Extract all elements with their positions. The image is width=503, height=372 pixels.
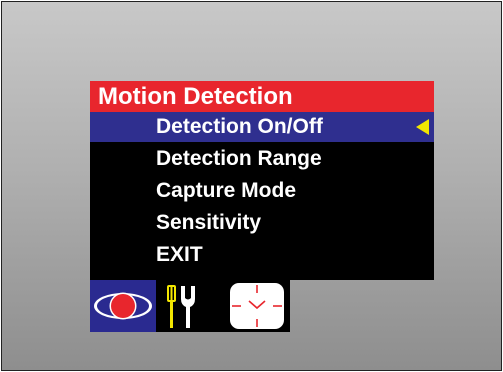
tab-timer[interactable] — [228, 280, 290, 332]
menu-item-label: Detection Range — [156, 147, 322, 170]
motion-detection-menu: Motion Detection Detection On/Off Detect… — [90, 81, 434, 280]
menu-item-label: Capture Mode — [156, 179, 297, 202]
menu-item-label: Detection On/Off — [156, 115, 323, 138]
tab-motion-detection[interactable] — [90, 280, 156, 332]
menu-item-label: Sensitivity — [156, 211, 262, 234]
eye-icon — [94, 292, 152, 320]
menu-item-capture-mode[interactable]: Capture Mode — [90, 176, 434, 206]
tab-settings[interactable] — [156, 280, 223, 332]
menu-item-detection-range[interactable]: Detection Range — [90, 144, 434, 174]
tab-bar — [90, 280, 290, 332]
camera-screen: Motion Detection Detection On/Off Detect… — [1, 1, 502, 371]
menu-item-exit[interactable]: EXIT — [90, 240, 434, 270]
menu-item-sensitivity[interactable]: Sensitivity — [90, 208, 434, 238]
crosshair-clock-icon — [230, 283, 284, 329]
selection-arrow-icon — [416, 119, 429, 135]
tools-icon — [167, 285, 195, 328]
menu-title: Motion Detection — [90, 81, 434, 112]
menu-item-detection-on-off[interactable]: Detection On/Off — [90, 112, 434, 142]
menu-item-label: EXIT — [156, 243, 203, 266]
